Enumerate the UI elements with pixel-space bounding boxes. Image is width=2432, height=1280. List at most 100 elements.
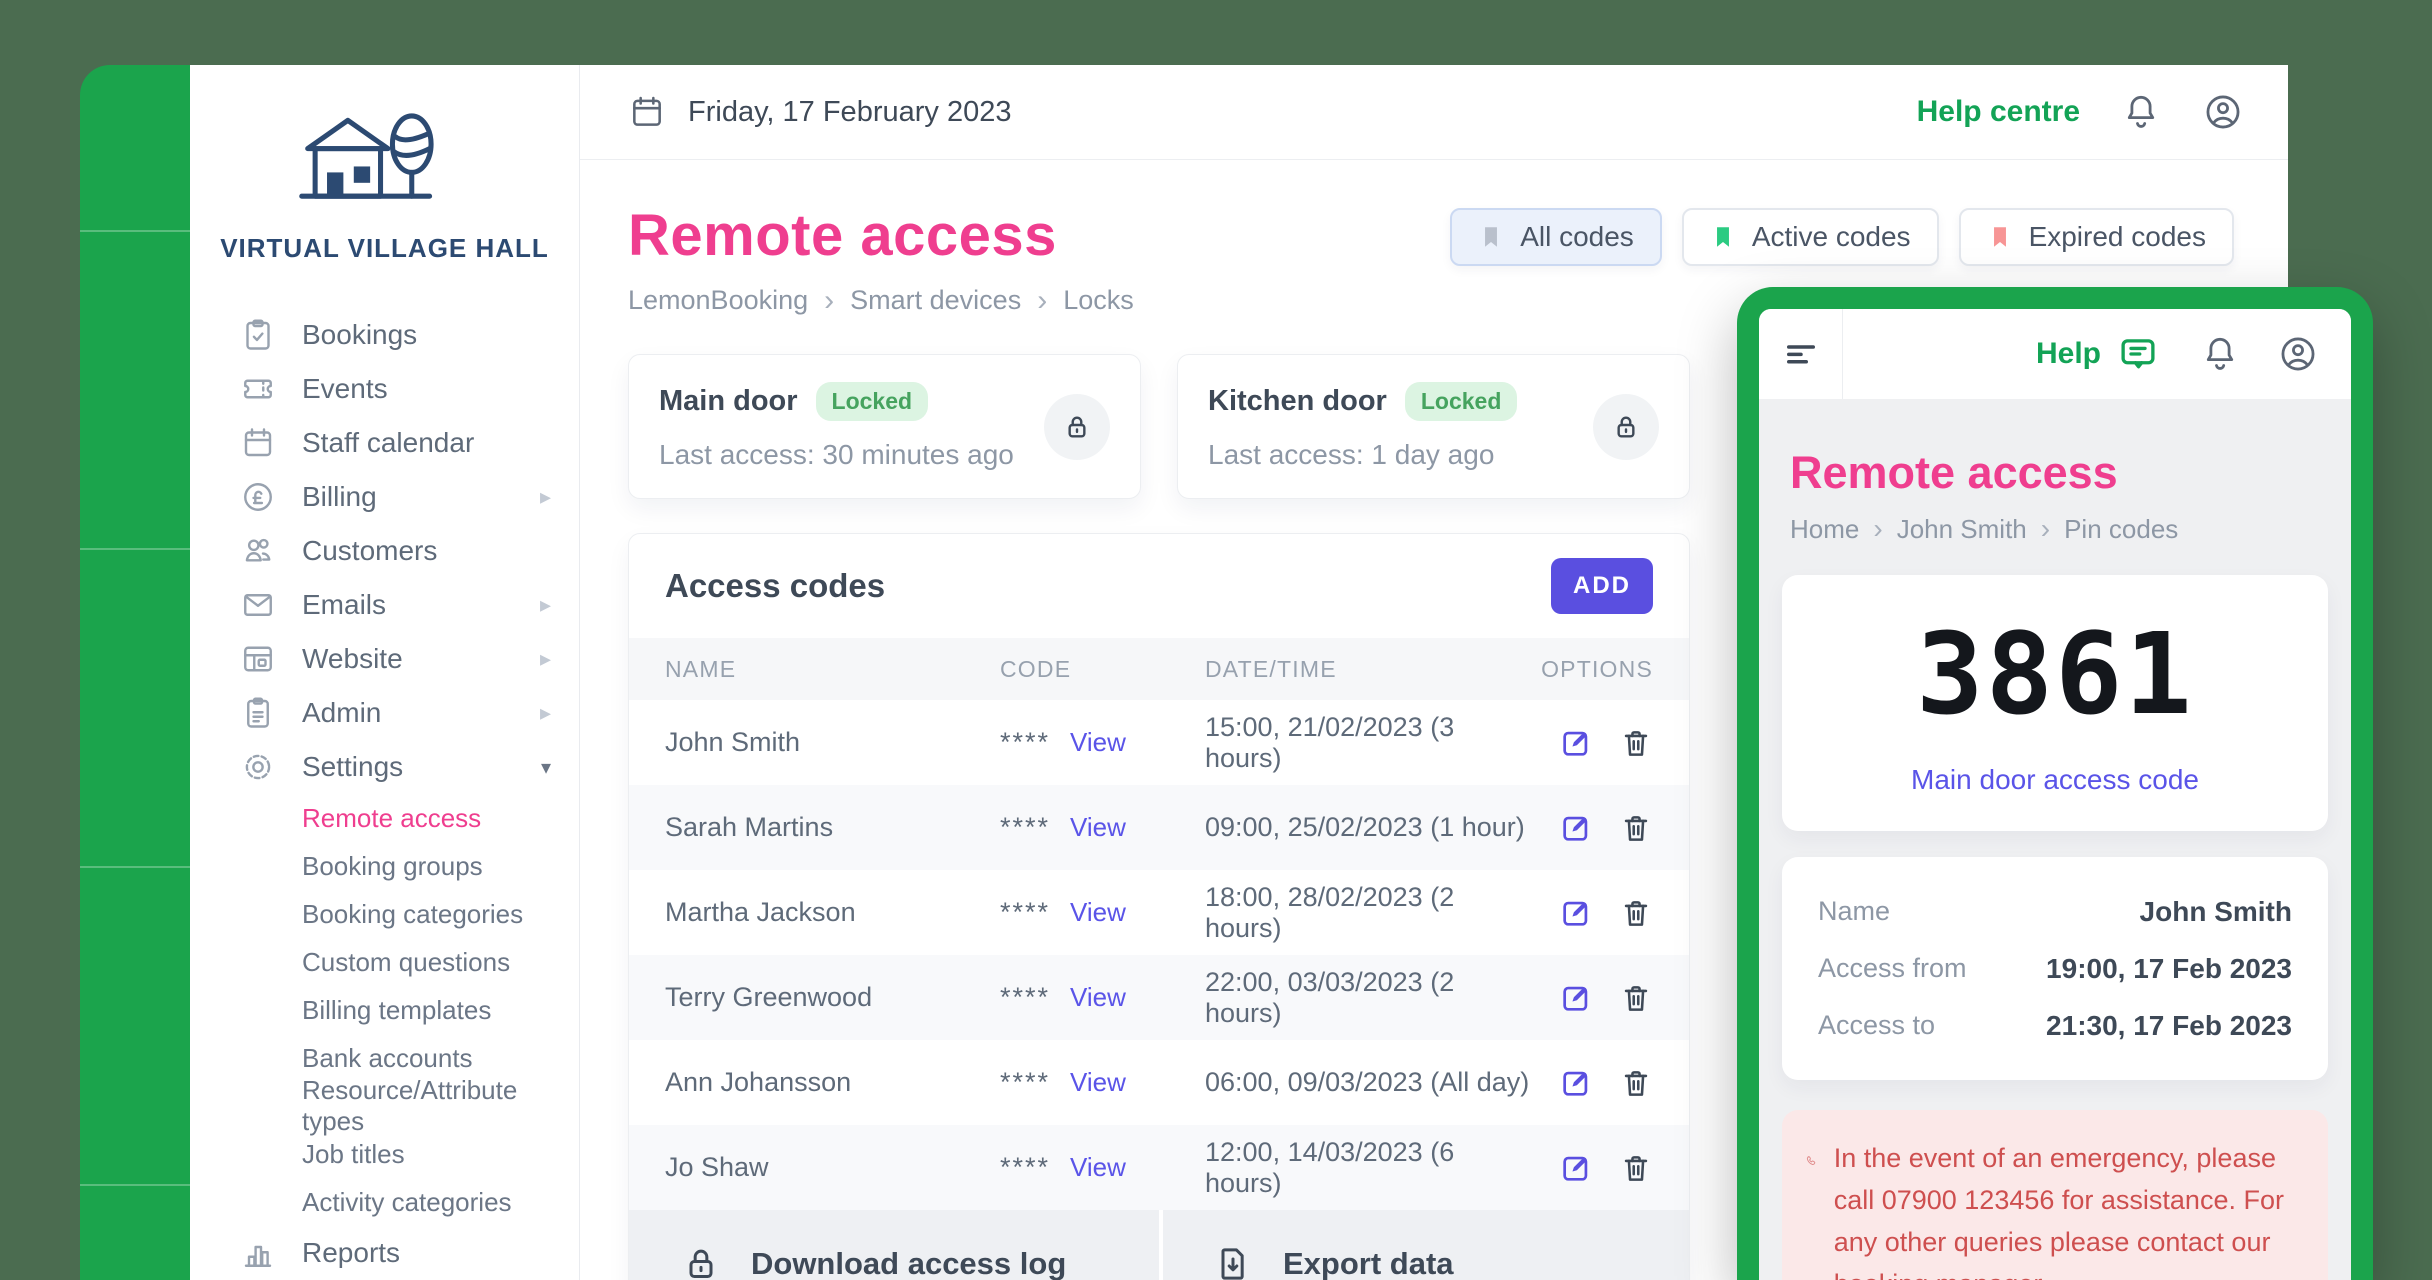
edit-icon[interactable] xyxy=(1559,981,1593,1015)
sidebar-item-events[interactable]: Events xyxy=(190,362,579,416)
pound-circle-icon xyxy=(240,479,276,515)
breadcrumb-item[interactable]: Locks xyxy=(1063,285,1134,316)
breadcrumb-item[interactable]: John Smith xyxy=(1897,514,2027,545)
door-cards: Main door Locked Last access: 30 minutes… xyxy=(628,354,1690,499)
submenu-item-custom-questions[interactable]: Custom questions xyxy=(302,938,579,986)
breadcrumb-item[interactable]: Pin codes xyxy=(2064,514,2178,545)
chevron-down-icon: ▾ xyxy=(541,755,551,780)
sidebar-item-label: Bookings xyxy=(302,319,417,351)
breadcrumb-item[interactable]: Home xyxy=(1790,514,1859,545)
breadcrumb-item[interactable]: LemonBooking xyxy=(628,285,808,316)
detail-value: 19:00, 17 Feb 2023 xyxy=(2046,953,2292,985)
delete-icon[interactable] xyxy=(1619,1066,1653,1100)
decorative-line xyxy=(80,230,192,232)
sidebar-item-staff-calendar[interactable]: Staff calendar xyxy=(190,416,579,470)
sidebar-item-label: Settings xyxy=(302,751,403,783)
edit-icon[interactable] xyxy=(1559,1066,1593,1100)
sidebar-item-label: Admin xyxy=(302,697,381,729)
detail-label: Access to xyxy=(1818,1010,1935,1041)
export-data-button[interactable]: Export data xyxy=(1163,1210,1689,1280)
house-tree-logo-icon xyxy=(295,107,475,217)
user-avatar-icon[interactable] xyxy=(2277,333,2319,375)
settings-submenu: Remote access Booking groups Booking cat… xyxy=(190,794,579,1226)
table-row: Terry Greenwood ****View 22:00, 03/03/20… xyxy=(629,955,1689,1040)
sidebar-item-billing[interactable]: Billing ▸ xyxy=(190,470,579,524)
submenu-item-resource-attribute-types[interactable]: Resource/Attribute types xyxy=(302,1082,579,1130)
hamburger-menu-icon xyxy=(1780,333,1822,375)
view-code-link[interactable]: View xyxy=(1070,1152,1126,1183)
detail-row: Access to 21:30, 17 Feb 2023 xyxy=(1818,997,2292,1054)
table-header: NAME CODE DATE/TIME OPTIONS xyxy=(629,638,1689,700)
code-filters: All codes Active codes Expired codes xyxy=(1450,208,2234,266)
sidebar-item-admin[interactable]: Admin ▸ xyxy=(190,686,579,740)
last-access-text: Last access: 1 day ago xyxy=(1208,439,1593,471)
view-code-link[interactable]: View xyxy=(1070,812,1126,843)
submenu-item-booking-groups[interactable]: Booking groups xyxy=(302,842,579,890)
door-card-kitchen-door: Kitchen door Locked Last access: 1 day a… xyxy=(1177,354,1690,499)
delete-icon[interactable] xyxy=(1619,896,1653,930)
delete-icon[interactable] xyxy=(1619,981,1653,1015)
view-code-link[interactable]: View xyxy=(1070,897,1126,928)
help-link[interactable]: Help xyxy=(2036,337,2101,371)
sidebar-item-bookings[interactable]: Bookings xyxy=(190,308,579,362)
edit-icon[interactable] xyxy=(1559,896,1593,930)
edit-icon[interactable] xyxy=(1559,726,1593,760)
chevron-icon: › xyxy=(1873,513,1882,545)
pin-code: 3861 xyxy=(1916,610,2194,740)
edit-icon[interactable] xyxy=(1559,811,1593,845)
breadcrumb-item[interactable]: Smart devices xyxy=(850,285,1021,316)
view-code-link[interactable]: View xyxy=(1070,727,1126,758)
download-access-log-label: Download access log xyxy=(751,1246,1066,1280)
masked-code: **** xyxy=(1000,897,1050,928)
filter-active-codes[interactable]: Active codes xyxy=(1682,208,1939,266)
delete-icon[interactable] xyxy=(1619,1151,1653,1185)
bookmark-icon xyxy=(1987,224,2013,250)
calendar-icon xyxy=(240,425,276,461)
menu-button[interactable] xyxy=(1759,309,1843,399)
delete-icon[interactable] xyxy=(1619,726,1653,760)
sidebar-item-label: Billing xyxy=(302,481,377,513)
submenu-item-booking-categories[interactable]: Booking categories xyxy=(302,890,579,938)
pin-code-caption[interactable]: Main door access code xyxy=(1911,764,2199,796)
door-name: Main door xyxy=(659,385,798,418)
door-card-main-door: Main door Locked Last access: 30 minutes… xyxy=(628,354,1141,499)
delete-icon[interactable] xyxy=(1619,811,1653,845)
bell-icon[interactable] xyxy=(2199,333,2241,375)
row-datetime: 06:00, 09/03/2023 (All day) xyxy=(1205,1067,1533,1098)
row-name: Martha Jackson xyxy=(665,897,1000,928)
submenu-item-job-titles[interactable]: Job titles xyxy=(302,1130,579,1178)
lock-button[interactable] xyxy=(1044,394,1110,460)
submenu-item-remote-access[interactable]: Remote access xyxy=(302,794,579,842)
chat-bubble-icon[interactable] xyxy=(2117,333,2159,375)
emergency-notice: In the event of an emergency, please cal… xyxy=(1782,1110,2328,1280)
logo: VIRTUAL VILLAGE HALL xyxy=(190,107,579,264)
chevron-right-icon: ▸ xyxy=(540,646,551,672)
lock-button[interactable] xyxy=(1593,394,1659,460)
submenu-item-activity-categories[interactable]: Activity categories xyxy=(302,1178,579,1226)
filter-all-codes[interactable]: All codes xyxy=(1450,208,1662,266)
bell-icon[interactable] xyxy=(2120,91,2162,133)
sidebar-item-reports[interactable]: Reports xyxy=(190,1226,579,1280)
user-avatar-icon[interactable] xyxy=(2202,91,2244,133)
table-row: Jo Shaw ****View 12:00, 14/03/2023 (6 ho… xyxy=(629,1125,1689,1210)
submenu-item-billing-templates[interactable]: Billing templates xyxy=(302,986,579,1034)
filter-expired-codes[interactable]: Expired codes xyxy=(1959,208,2234,266)
sidebar-item-label: Reports xyxy=(302,1237,400,1269)
sidebar-item-customers[interactable]: Customers xyxy=(190,524,579,578)
phone-frame: Help Remote access Home › John Smith › P… xyxy=(1737,287,2373,1280)
page: VIRTUAL VILLAGE HALL Bookings Events Sta… xyxy=(0,0,2432,1280)
envelope-icon xyxy=(240,587,276,623)
sidebar-item-emails[interactable]: Emails ▸ xyxy=(190,578,579,632)
row-datetime: 18:00, 28/02/2023 (2 hours) xyxy=(1205,882,1533,944)
sidebar-item-website[interactable]: Website ▸ xyxy=(190,632,579,686)
column-header-datetime: DATE/TIME xyxy=(1205,656,1533,683)
view-code-link[interactable]: View xyxy=(1070,982,1126,1013)
edit-icon[interactable] xyxy=(1559,1151,1593,1185)
view-code-link[interactable]: View xyxy=(1070,1067,1126,1098)
sidebar-item-settings[interactable]: Settings ▾ xyxy=(190,740,579,794)
download-access-log-button[interactable]: Download access log xyxy=(629,1210,1159,1280)
add-code-button[interactable]: ADD xyxy=(1551,558,1653,614)
clipboard-check-icon xyxy=(240,317,276,353)
table-row: Sarah Martins ****View 09:00, 25/02/2023… xyxy=(629,785,1689,870)
help-centre-link[interactable]: Help centre xyxy=(1917,95,2080,129)
